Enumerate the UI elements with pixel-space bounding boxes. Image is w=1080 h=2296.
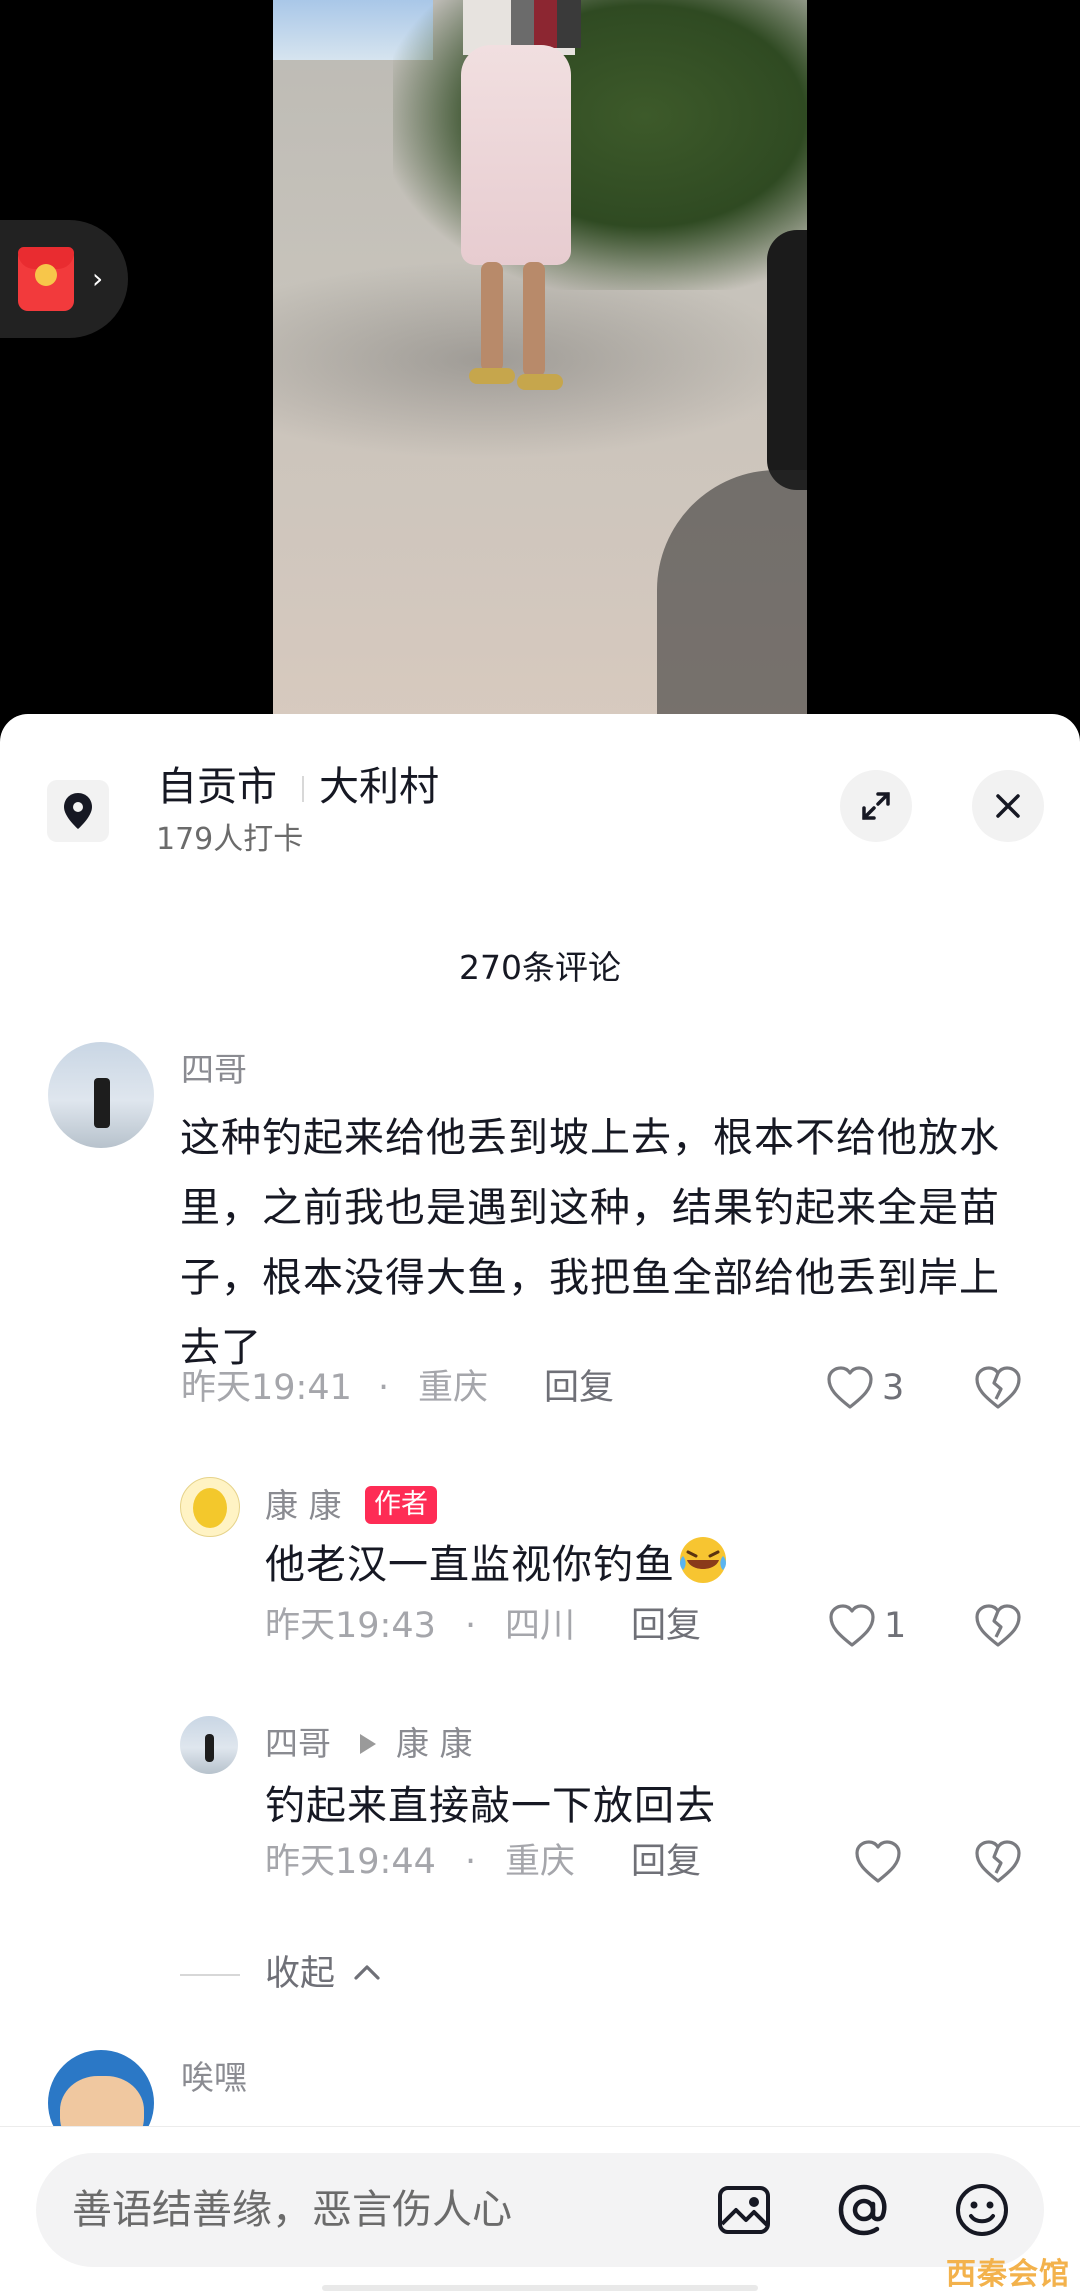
- comment-count: 270条评论: [459, 948, 621, 987]
- reply-region: 四川: [505, 1606, 576, 1646]
- collapse-divider: [180, 1974, 240, 1976]
- comment-input-bar: 善语结善缘，恶言伤人心 西秦会馆: [0, 2126, 1080, 2296]
- reply-button[interactable]: 回复: [631, 1840, 701, 1884]
- video-car-shadow: [657, 470, 807, 740]
- comment-input-placeholder: 善语结善缘，恶言伤人心: [72, 2187, 512, 2233]
- reply-button[interactable]: 回复: [631, 1604, 701, 1648]
- reply-text[interactable]: 钓起来直接敲一下放回去: [265, 1771, 1025, 1841]
- reply-text[interactable]: 他老汉一直监视你钓鱼: [265, 1530, 1025, 1600]
- dislike-button[interactable]: [974, 1365, 1022, 1415]
- like-button[interactable]: [826, 1365, 874, 1415]
- reply-button[interactable]: 回复: [544, 1366, 614, 1410]
- comment-username[interactable]: 四哥: [181, 1048, 247, 1092]
- image-icon[interactable]: [714, 2180, 774, 2240]
- video-player[interactable]: ›: [0, 0, 1080, 740]
- broken-heart-icon: [975, 1604, 1021, 1647]
- comment-text[interactable]: 这种钓起来给他丢到坡上去，根本不给他放水里，之前我也是遇到这种，结果钓起来全是苗…: [180, 1103, 1020, 1383]
- author-badge: 作者: [365, 1486, 437, 1524]
- comment-input[interactable]: 善语结善缘，恶言伤人心: [36, 2153, 1044, 2267]
- meta-dot: ·: [465, 1842, 477, 1882]
- like-button[interactable]: [828, 1603, 876, 1653]
- meta-dot: ·: [378, 1368, 390, 1408]
- red-packet-icon: [18, 247, 74, 311]
- red-packet-widget[interactable]: ›: [0, 220, 128, 338]
- laughing-emoji-icon: [680, 1537, 726, 1583]
- video-person-leg: [481, 262, 503, 372]
- reply-time: 昨天19:43: [265, 1606, 436, 1646]
- heart-icon: [855, 1840, 901, 1883]
- avatar[interactable]: [180, 1716, 238, 1774]
- comment-time: 昨天19:41: [181, 1368, 352, 1408]
- expand-icon: [862, 792, 890, 820]
- collapse-replies-button[interactable]: 收起: [265, 1952, 335, 1996]
- close-button[interactable]: [972, 770, 1044, 842]
- broken-heart-icon: [975, 1840, 1021, 1883]
- video-person-leg: [523, 262, 545, 377]
- dislike-button[interactable]: [974, 1603, 1022, 1653]
- like-count: 1: [884, 1606, 907, 1646]
- chevron-right-icon: ›: [92, 262, 104, 295]
- comment-sheet: 自贡市 大利村 179人打卡 270条评论 四哥 这种钓起来给他丢到坡上去，根本…: [0, 714, 1080, 2296]
- heart-icon: [827, 1366, 873, 1409]
- dislike-button[interactable]: [974, 1839, 1022, 1889]
- reply-time: 昨天19:44: [265, 1842, 436, 1882]
- broken-heart-icon: [975, 1366, 1021, 1409]
- home-indicator: [322, 2285, 758, 2291]
- comment-username[interactable]: 唉嘿: [181, 2056, 247, 2100]
- like-button[interactable]: [854, 1839, 902, 1889]
- location-village[interactable]: 大利村: [319, 760, 439, 814]
- heart-icon: [829, 1604, 875, 1647]
- location-city[interactable]: 自贡市: [157, 760, 277, 814]
- expand-button[interactable]: [840, 770, 912, 842]
- meta-dot: ·: [465, 1606, 477, 1646]
- reply-username[interactable]: 四哥: [265, 1722, 331, 1766]
- avatar[interactable]: [180, 1477, 240, 1537]
- reply-to-username[interactable]: 康 康: [396, 1722, 473, 1766]
- comment-region: 重庆: [418, 1368, 489, 1408]
- video-mosaic: [511, 0, 581, 48]
- checkin-count: 179人打卡: [156, 822, 304, 857]
- video-bushes: [393, 0, 807, 290]
- location-separator: [302, 776, 304, 802]
- chevron-up-icon[interactable]: [352, 1960, 382, 1984]
- emoji-icon[interactable]: [952, 2180, 1012, 2240]
- reply-region: 重庆: [505, 1842, 576, 1882]
- avatar[interactable]: [48, 1042, 154, 1148]
- reply-to-arrow-icon: [360, 1734, 376, 1754]
- reply-username[interactable]: 康 康: [265, 1484, 342, 1528]
- like-count: 3: [882, 1368, 905, 1408]
- video-person-shoe: [469, 368, 515, 384]
- close-icon: [996, 794, 1020, 818]
- video-frame[interactable]: [273, 0, 807, 740]
- video-car: [767, 230, 807, 490]
- at-icon[interactable]: [834, 2180, 894, 2240]
- video-person-dress: [461, 45, 571, 265]
- location-pin-icon[interactable]: [47, 780, 109, 842]
- watermark: 西秦会馆: [946, 2257, 1070, 2292]
- video-person-shoe: [517, 374, 563, 390]
